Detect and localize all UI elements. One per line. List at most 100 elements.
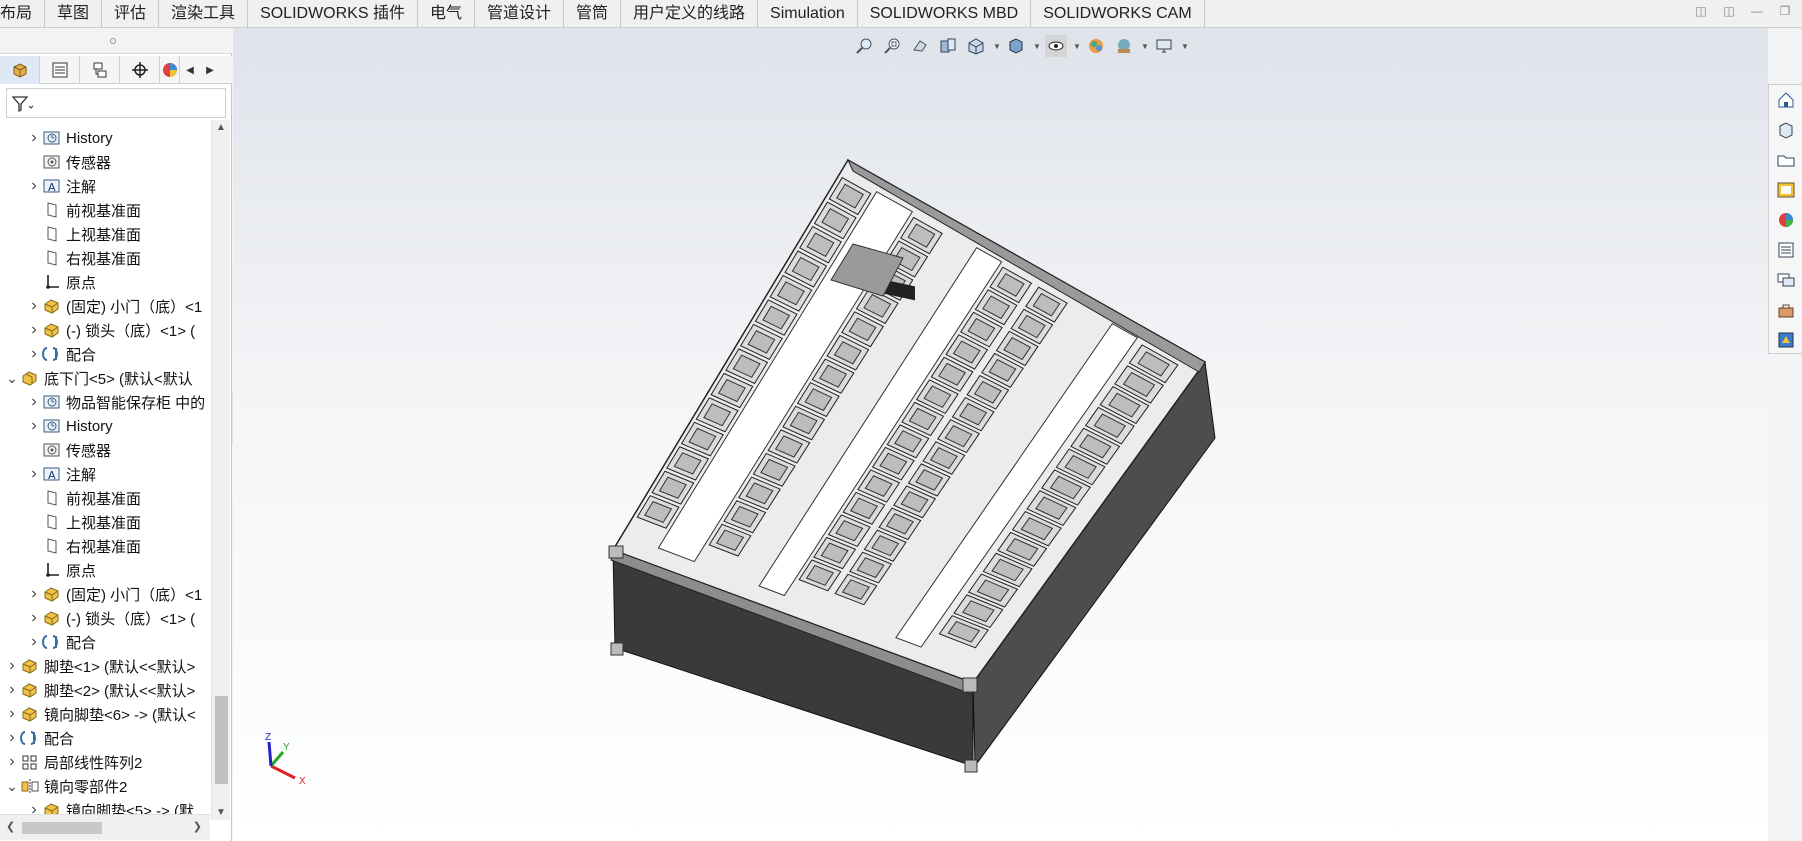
previous-view-button[interactable] bbox=[909, 35, 931, 57]
tree-node[interactable]: › 脚垫<2> (默认<<默认> bbox=[6, 678, 195, 702]
tab-scroll-right-icon[interactable]: ▶ bbox=[200, 56, 220, 84]
tree-node[interactable]: › 配合 bbox=[28, 630, 96, 654]
hide-show-caret-icon[interactable]: ▼ bbox=[1073, 42, 1081, 51]
scroll-left-icon[interactable]: ❮ bbox=[6, 820, 15, 833]
tree-node[interactable]: › 配合 bbox=[6, 726, 74, 750]
task-pane-button-toolbox[interactable] bbox=[1769, 295, 1802, 325]
expand-arrow-icon[interactable]: › bbox=[28, 585, 40, 603]
tree-node[interactable]: › 物品智能保存柜 中的 bbox=[28, 390, 205, 414]
view-settings-button[interactable] bbox=[1153, 35, 1175, 57]
tree-node[interactable]: › (-) 锁头（底）<1> ( bbox=[28, 606, 195, 630]
restore-icon[interactable]: ❐ bbox=[1778, 4, 1792, 18]
view-orientation-caret-icon[interactable]: ▼ bbox=[993, 42, 1001, 51]
tab-8[interactable]: 用户定义的线路 bbox=[621, 0, 759, 28]
tree-node[interactable]: › History bbox=[28, 126, 112, 150]
tree-node[interactable]: 上视基准面 bbox=[28, 510, 141, 534]
section-view-button[interactable] bbox=[937, 35, 959, 57]
tree-node[interactable]: 原点 bbox=[28, 270, 96, 294]
tab-7[interactable]: 管筒 bbox=[564, 0, 622, 28]
graphics-area[interactable]: ▼ ▼ ▼ ▼ ▼ X Y Z bbox=[233, 28, 1768, 841]
tree-node[interactable]: ⌄ 底下门<5> (默认<默认 bbox=[6, 366, 193, 390]
tree-node[interactable]: 原点 bbox=[28, 558, 96, 582]
scroll-right-icon[interactable]: ❯ bbox=[193, 820, 202, 833]
tab-0[interactable]: 布局 bbox=[0, 0, 46, 28]
tree-node[interactable]: ⌄ 镜向零部件2 bbox=[6, 774, 127, 798]
collapse-arrow-icon[interactable]: ⌄ bbox=[6, 370, 18, 387]
tab-3[interactable]: 渲染工具 bbox=[159, 0, 249, 28]
zoom-to-fit-button[interactable] bbox=[853, 35, 875, 57]
tree-node[interactable]: › (-) 锁头（底）<1> ( bbox=[28, 318, 195, 342]
tree-node[interactable]: 前视基准面 bbox=[28, 198, 141, 222]
task-pane-button-design-library[interactable] bbox=[1769, 115, 1802, 145]
expand-arrow-icon[interactable]: › bbox=[28, 297, 40, 315]
tree-node[interactable]: 右视基准面 bbox=[28, 246, 141, 270]
expand-arrow-icon[interactable]: › bbox=[28, 177, 40, 195]
task-pane-button-home[interactable] bbox=[1769, 85, 1802, 115]
expand-arrow-icon[interactable]: › bbox=[28, 321, 40, 339]
expand-arrow-icon[interactable]: › bbox=[28, 633, 40, 651]
tab-2[interactable]: 评估 bbox=[102, 0, 160, 28]
scroll-down-icon[interactable]: ▼ bbox=[216, 807, 226, 818]
apply-scene-caret-icon[interactable]: ▼ bbox=[1141, 42, 1149, 51]
apply-scene-button[interactable] bbox=[1113, 35, 1135, 57]
featuremanager-tab[interactable] bbox=[0, 56, 40, 84]
tree-node[interactable]: 右视基准面 bbox=[28, 534, 141, 558]
expand-arrow-icon[interactable]: › bbox=[6, 753, 18, 771]
expand-arrow-icon[interactable]: › bbox=[28, 345, 40, 363]
expand-arrow-icon[interactable]: › bbox=[28, 609, 40, 627]
view-orientation-button[interactable] bbox=[965, 35, 987, 57]
tree-node[interactable]: › (固定) 小门（底）<1 bbox=[28, 294, 202, 318]
task-pane-button-view-palette[interactable] bbox=[1769, 175, 1802, 205]
expand-arrow-icon[interactable]: › bbox=[28, 129, 40, 147]
tree-vertical-scrollbar[interactable]: ▲ ▼ bbox=[211, 120, 230, 820]
display-style-caret-icon[interactable]: ▼ bbox=[1033, 42, 1041, 51]
tab-9[interactable]: Simulation bbox=[758, 0, 858, 28]
tree-node[interactable]: › A 注解 bbox=[28, 174, 96, 198]
tab-1[interactable]: 草图 bbox=[45, 0, 103, 28]
propertymanager-tab[interactable] bbox=[40, 56, 80, 84]
expand-arrow-icon[interactable]: › bbox=[6, 729, 18, 747]
panel-grip[interactable] bbox=[0, 28, 232, 54]
tab-6[interactable]: 管道设计 bbox=[475, 0, 565, 28]
displaymanager-tab[interactable] bbox=[160, 56, 180, 84]
h-scroll-thumb[interactable] bbox=[22, 822, 102, 834]
task-pane-button-custom-properties[interactable] bbox=[1769, 235, 1802, 265]
tile-left-icon[interactable]: ◫ bbox=[1694, 4, 1708, 18]
tile-right-icon[interactable]: ◫ bbox=[1722, 4, 1736, 18]
zoom-to-area-button[interactable] bbox=[881, 35, 903, 57]
tree-node[interactable]: 传感器 bbox=[28, 438, 111, 462]
scroll-thumb[interactable] bbox=[215, 696, 228, 784]
cabinet-3d-model[interactable] bbox=[603, 138, 1323, 788]
expand-arrow-icon[interactable]: › bbox=[6, 657, 18, 675]
expand-arrow-icon[interactable]: › bbox=[28, 417, 40, 435]
tree-node[interactable]: › 配合 bbox=[28, 342, 96, 366]
minimize-icon[interactable]: — bbox=[1750, 4, 1764, 18]
tree-filter-field[interactable] bbox=[6, 88, 226, 118]
tree-node[interactable]: › History bbox=[28, 414, 112, 438]
tree-node[interactable]: › 局部线性阵列2 bbox=[6, 750, 142, 774]
expand-arrow-icon[interactable]: › bbox=[6, 705, 18, 723]
hide-show-items-button[interactable] bbox=[1045, 35, 1067, 57]
tree-node[interactable]: › 镜向脚垫<6> -> (默认< bbox=[6, 702, 195, 726]
task-pane-button-file-explorer[interactable] bbox=[1769, 145, 1802, 175]
tree-node[interactable]: 上视基准面 bbox=[28, 222, 141, 246]
edit-appearance-button[interactable] bbox=[1085, 35, 1107, 57]
tab-scroll-left-icon[interactable]: ◀ bbox=[180, 56, 200, 84]
tree-node[interactable]: › (固定) 小门（底）<1 bbox=[28, 582, 202, 606]
tab-4[interactable]: SOLIDWORKS 插件 bbox=[248, 0, 418, 28]
configurationmanager-tab[interactable] bbox=[80, 56, 120, 84]
tree-node[interactable]: › A 注解 bbox=[28, 462, 96, 486]
tree-node[interactable]: 传感器 bbox=[28, 150, 111, 174]
tab-5[interactable]: 电气 bbox=[418, 0, 475, 28]
task-pane-button-appearances[interactable] bbox=[1769, 205, 1802, 235]
tab-10[interactable]: SOLIDWORKS MBD bbox=[858, 0, 1032, 28]
display-style-button[interactable] bbox=[1005, 35, 1027, 57]
scroll-up-icon[interactable]: ▲ bbox=[216, 122, 226, 133]
task-pane-button-3d-content[interactable] bbox=[1769, 325, 1802, 355]
tree-horizontal-scrollbar[interactable]: ❮ ❯ bbox=[0, 814, 210, 840]
collapse-arrow-icon[interactable]: ⌄ bbox=[6, 778, 18, 795]
tab-11[interactable]: SOLIDWORKS CAM bbox=[1031, 0, 1205, 28]
dimxpertmanager-tab[interactable] bbox=[120, 56, 160, 84]
filter-icon[interactable] bbox=[11, 95, 35, 113]
tree-node[interactable]: 前视基准面 bbox=[28, 486, 141, 510]
